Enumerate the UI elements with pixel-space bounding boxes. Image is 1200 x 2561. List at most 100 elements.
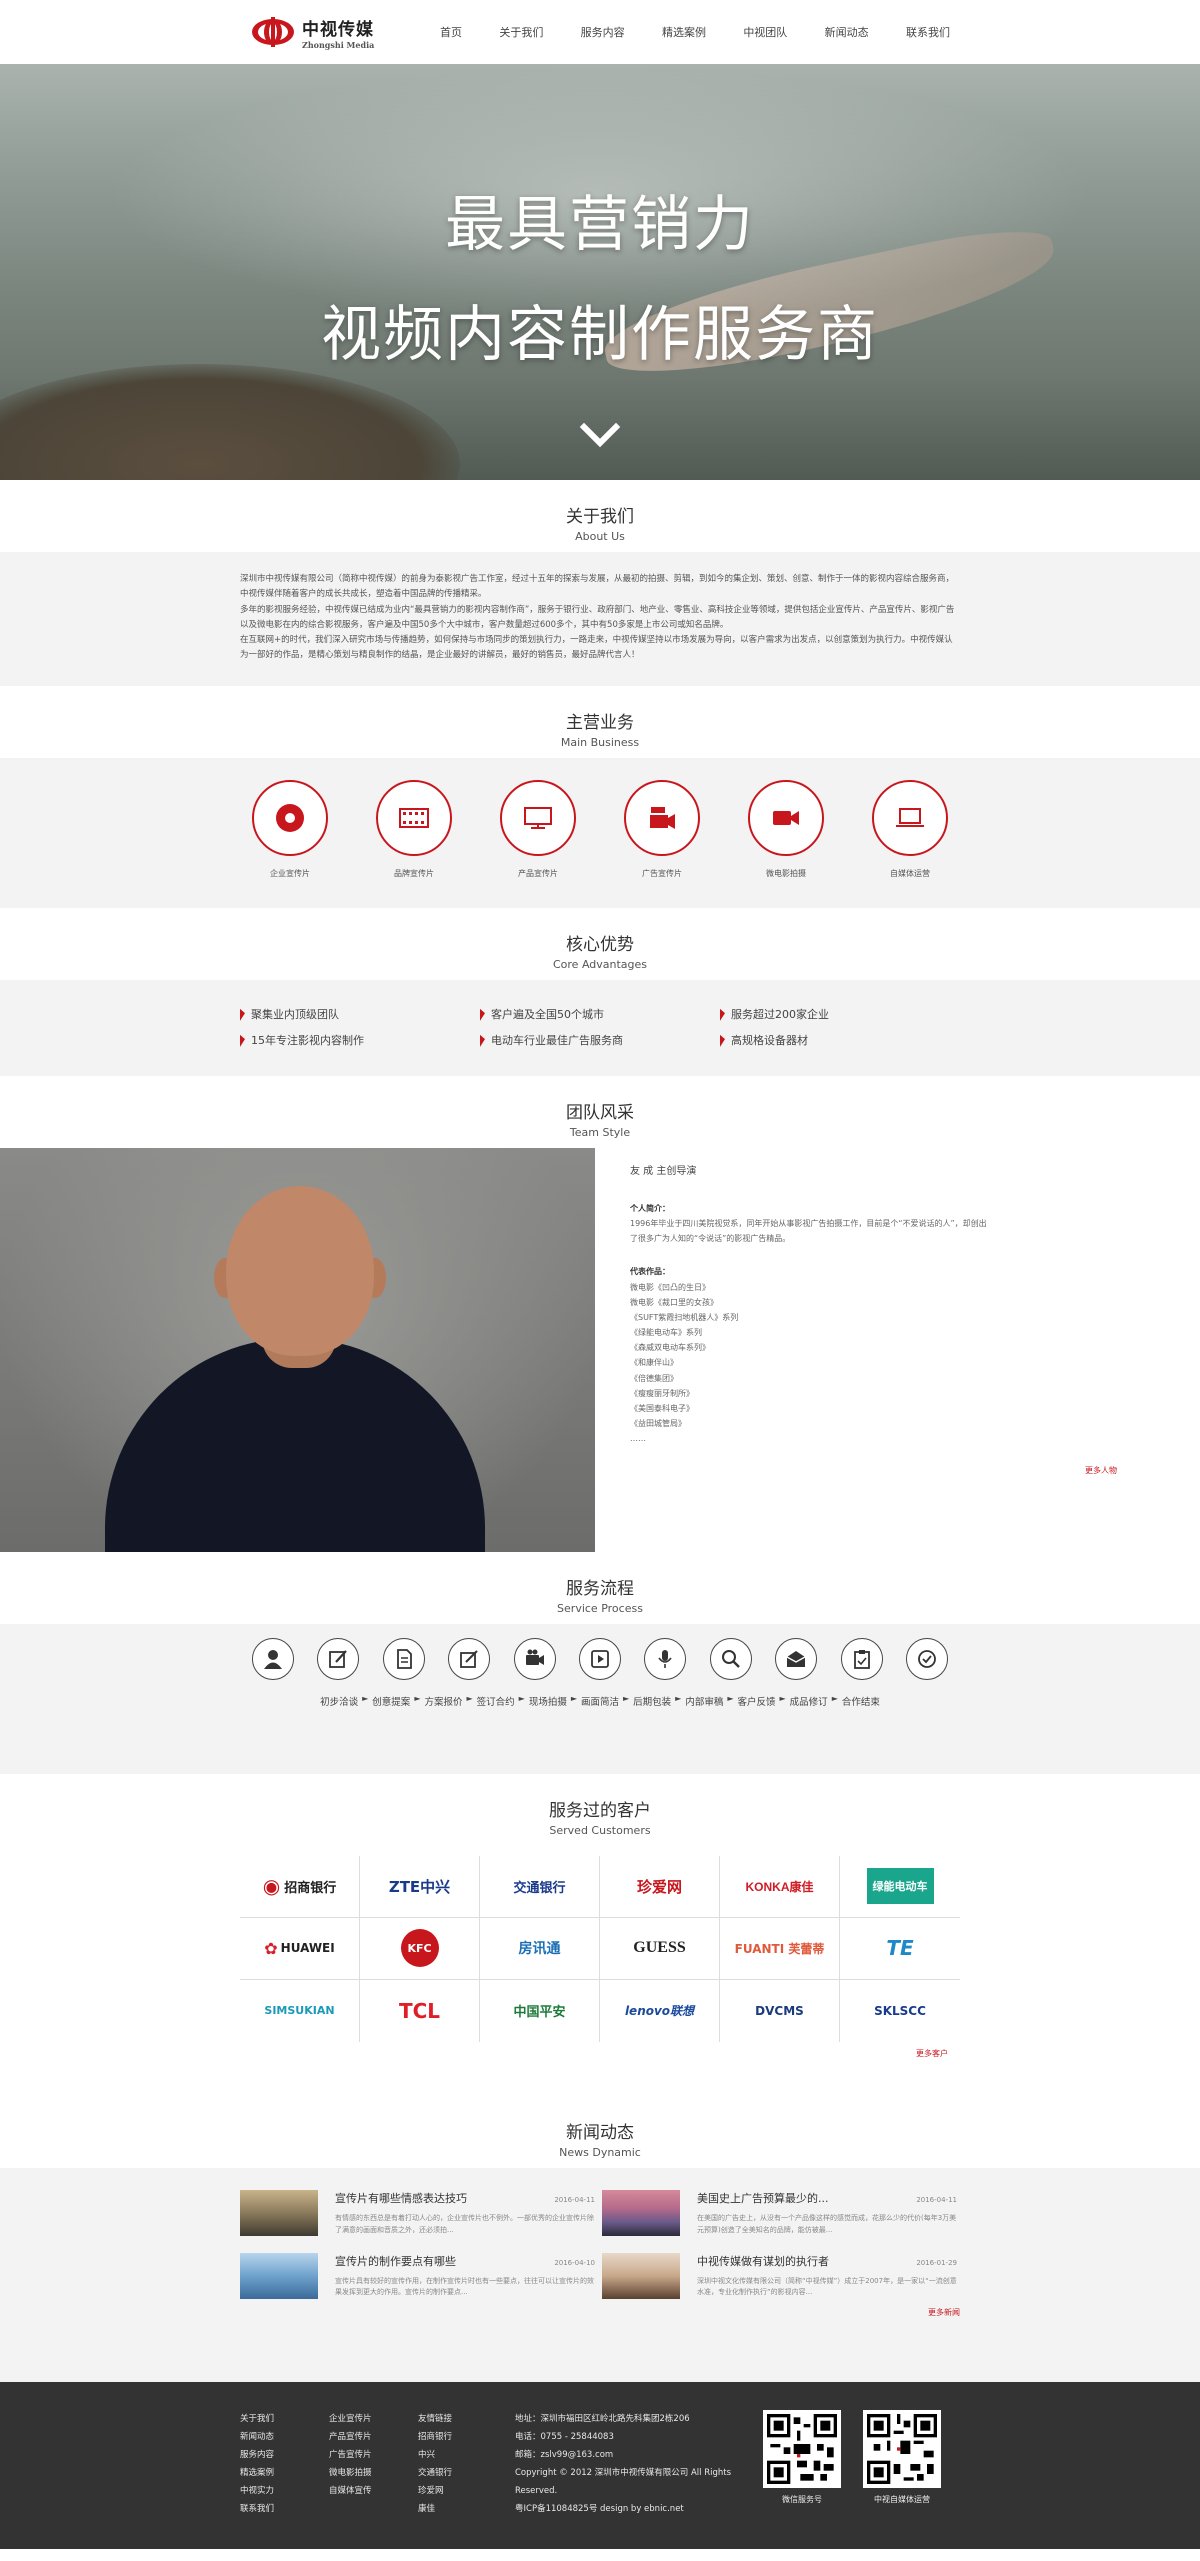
news-title: 新闻动态 News Dynamic — [0, 2095, 1200, 2168]
customer-logo[interactable]: ✿ HUAWEI — [240, 1917, 360, 1980]
more-customers-link[interactable]: 更多客户 — [916, 2049, 948, 2058]
nav-contact[interactable]: 联系我们 — [906, 24, 950, 40]
customer-logo[interactable]: ZTE中兴 — [360, 1855, 480, 1918]
qr-caption: 微信服务号 — [782, 2494, 822, 2504]
customer-logo[interactable]: KFC — [360, 1917, 480, 1980]
customer-logo[interactable]: 房讯通 — [480, 1917, 600, 1980]
customer-logo[interactable]: TE — [840, 1918, 960, 1980]
more-team-link[interactable]: 更多人物 — [1085, 1465, 1117, 1476]
footer-link[interactable]: 招商银行 — [418, 2428, 507, 2446]
mail-icon — [775, 1637, 818, 1680]
nav-services[interactable]: 服务内容 — [581, 24, 625, 40]
footer-link[interactable]: 产品宣传片 — [329, 2428, 418, 2446]
footer-link[interactable]: 联系我们 — [240, 2500, 329, 2518]
customer-logo[interactable]: SKLSCC — [840, 1980, 960, 2042]
cmb-logo-icon: ◉ — [262, 1874, 281, 1899]
about-section: 深圳市中视传媒有限公司（简称中视传媒）的前身为泰影视广告工作室，经过十五年的探索… — [0, 552, 1200, 686]
customer-logo[interactable]: DVCMS — [720, 1979, 840, 2042]
customer-logo[interactable]: SIMSUKIAN — [240, 1979, 360, 2042]
customers-title: 服务过的客户 Served Customers — [0, 1773, 1200, 1846]
laptop-icon — [896, 807, 924, 827]
footer-address: 地址：深圳市福田区红岭北路先科集团2栋206 — [515, 2413, 690, 2424]
work-item: …… — [630, 1434, 646, 1444]
news-excerpt: 在美国的广告史上，从没有一个产品像这样的感觉而成，花那么少的代价(每年3万美元预… — [697, 2213, 957, 2234]
footer-link[interactable]: 微电影拍摄 — [329, 2464, 418, 2482]
footer-link[interactable]: 关于我们 — [240, 2410, 329, 2428]
customer-logo[interactable]: 交通银行 — [480, 1855, 600, 1918]
business-item[interactable]: 自媒体运营 — [870, 779, 950, 879]
advantage-item: 客户遍及全国50个城市 — [480, 1006, 720, 1022]
logo-text-en: Zhongshi Media — [302, 39, 375, 50]
customer-logo[interactable]: GUESS — [600, 1917, 720, 1980]
news-title[interactable]: 宣传片有哪些情感表达技巧 — [335, 2190, 467, 2206]
news-title[interactable]: 宣传片的制作要点有哪些 — [335, 2253, 456, 2269]
triangle-bullet-icon — [720, 1006, 725, 1021]
news-date: 2016-04-10 — [554, 2258, 595, 2267]
footer-link[interactable]: 新闻动态 — [240, 2428, 329, 2446]
footer-link[interactable]: 珍爱网 — [418, 2482, 507, 2500]
news-item[interactable]: 美国史上广告预算最少的... 2016-04-11 在美国的广告史上，从没有一个产… — [602, 2189, 960, 2237]
arrow-right-icon: ► — [466, 1693, 473, 1703]
nav-news[interactable]: 新闻动态 — [825, 24, 869, 40]
footer-link[interactable]: 广告宣传片 — [329, 2446, 418, 2464]
logo-mark-icon — [252, 17, 294, 47]
news-item[interactable]: 宣传片有哪些情感表达技巧 2016-04-11 有情感的东西总是有着打动人心的，企… — [240, 2189, 598, 2237]
site-header: 中视传媒 Zhongshi Media 首页 关于我们 服务内容 精选案例 中视… — [0, 0, 1200, 64]
more-news-link[interactable]: 更多新闻 — [928, 2308, 960, 2317]
customer-logo[interactable]: FUANTI 芙蕾蒂 — [720, 1917, 840, 1980]
triangle-bullet-icon — [480, 1006, 485, 1021]
footer-link[interactable]: 精选案例 — [240, 2464, 329, 2482]
nav-cases[interactable]: 精选案例 — [662, 24, 706, 40]
nav-team[interactable]: 中视团队 — [743, 24, 787, 40]
news-date: 2016-04-11 — [916, 2195, 957, 2204]
triangle-bullet-icon — [240, 1006, 245, 1021]
logo[interactable]: 中视传媒 Zhongshi Media — [250, 15, 440, 50]
customer-logo[interactable]: KONKA康佳 — [720, 1855, 840, 1918]
news-item[interactable]: 宣传片的制作要点有哪些 2016-04-10 宣传片具有较好的宣传作用，在制作宣传… — [240, 2252, 598, 2300]
team-member-photo — [0, 1147, 595, 1552]
chevron-down-icon[interactable] — [579, 414, 621, 456]
process-step: 客户反馈 — [737, 1696, 776, 1708]
customer-logo[interactable]: 珍爱网 — [600, 1855, 720, 1918]
process-section: 初步洽谈 ► 创意提案 ► 方案报价 ► 签订合约 ► 现场拍摄 ► 画面简洁 ► 后期包装… — [0, 1623, 1200, 1774]
footer-link[interactable]: 交通银行 — [418, 2464, 507, 2482]
footer-link[interactable]: 中视实力 — [240, 2482, 329, 2500]
customer-logo[interactable]: 绿能电动车 — [840, 1856, 960, 1918]
customer-logo[interactable]: lenovo联想 — [600, 1979, 720, 2042]
business-item[interactable]: 品牌宣传片 — [374, 779, 454, 879]
news-title[interactable]: 美国史上广告预算最少的... — [697, 2190, 829, 2206]
camera-icon — [650, 806, 675, 829]
footer-link[interactable]: 中兴 — [418, 2446, 507, 2464]
footer-icp: 粤ICP备11084825号 design by ebnic.net — [515, 2503, 684, 2514]
video-camera-icon — [773, 810, 799, 825]
banner-headline-1: 最具营销力 — [445, 190, 755, 260]
news-item[interactable]: 中视传媒做有谋划的执行者 2016-01-29 深圳中视文化传媒有限公司（简称“中… — [602, 2252, 960, 2300]
footer-link[interactable]: 企业宣传片 — [329, 2410, 418, 2428]
business-item[interactable]: 广告宣传片 — [622, 779, 702, 879]
footer-link[interactable]: 服务内容 — [240, 2446, 329, 2464]
customer-logo[interactable]: TCL — [360, 1979, 480, 2042]
user-icon — [252, 1637, 294, 1680]
footer-link[interactable]: 友情链接 — [418, 2410, 507, 2428]
work-item: 《美国泰科电子》 — [630, 1404, 694, 1414]
film-strip-icon — [399, 807, 429, 828]
business-item[interactable]: 企业宣传片 — [250, 779, 330, 879]
about-title: 关于我们 About Us — [0, 480, 1200, 552]
customer-logo[interactable]: 中国平安 — [480, 1979, 600, 2042]
footer-link[interactable]: 康佳 — [418, 2500, 507, 2518]
business-item[interactable]: 产品宣传片 — [498, 779, 578, 879]
footer-email: 邮箱：zslv99@163.com — [515, 2449, 614, 2460]
work-item: 《绿能电动车》系列 — [630, 1328, 702, 1338]
footer-link[interactable]: 自媒体宣传 — [329, 2482, 418, 2500]
hero-banner: 最具营销力 视频内容制作服务商 — [0, 64, 1200, 480]
business-item[interactable]: 微电影拍摄 — [746, 779, 826, 879]
customer-logo[interactable]: ◉ 招商银行 — [240, 1855, 360, 1918]
news-excerpt: 有情感的东西总是有着打动人心的，企业宣传片也不例外。一部优秀的企业宣传片除了满意… — [335, 2213, 594, 2234]
intro-text: 1996年毕业于四川美院视觉系，同年开始从事影视广告拍摄工作，目前是个“不爱说话… — [630, 1218, 987, 1244]
nav-about[interactable]: 关于我们 — [499, 24, 543, 40]
footer-copyright: Copyright © 2012 深圳市中视传媒有限公司 All Rights … — [515, 2467, 732, 2496]
work-item: 《倍德集团》 — [630, 1373, 678, 1383]
news-title[interactable]: 中视传媒做有谋划的执行者 — [697, 2253, 829, 2269]
nav-home[interactable]: 首页 — [440, 24, 462, 40]
arrow-right-icon: ► — [414, 1693, 421, 1703]
